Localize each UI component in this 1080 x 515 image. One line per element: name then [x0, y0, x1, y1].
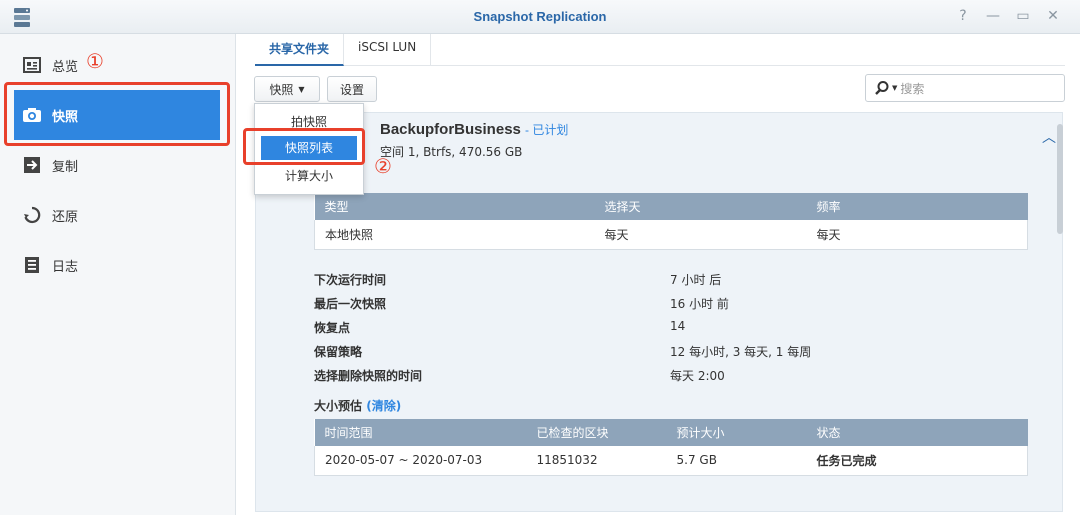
highlight-box-snapshot: [4, 82, 230, 146]
size-estimate-label: 大小预估: [314, 399, 363, 413]
table-header: 已检查的区块: [526, 419, 667, 446]
search-icon: [874, 80, 890, 96]
table-cell: 5.7 GB: [666, 446, 807, 476]
sidebar-item-log[interactable]: 日志: [14, 240, 220, 290]
search-input[interactable]: ▼ 搜索: [865, 74, 1065, 102]
table-header: 状态: [806, 419, 1028, 446]
table-header: 预计大小: [666, 419, 807, 446]
sidebar-item-label: 日志: [52, 259, 79, 275]
help-icon[interactable]: ?: [955, 8, 971, 24]
replicate-icon: [22, 155, 42, 175]
tab-iscsi-lun[interactable]: iSCSI LUN: [344, 34, 432, 66]
chevron-down-icon: ▼: [892, 84, 898, 92]
detail-key: 选择删除快照的时间: [314, 369, 423, 383]
chevron-up-icon[interactable]: ︿: [1042, 127, 1056, 147]
detail-key: 恢复点: [314, 321, 351, 335]
scrollbar[interactable]: [1057, 124, 1063, 234]
sidebar-item-restore[interactable]: 还原: [14, 190, 220, 240]
search-placeholder: 搜索: [900, 81, 925, 96]
close-icon[interactable]: ✕: [1045, 8, 1061, 24]
detail-key: 下次运行时间: [314, 273, 387, 287]
table-cell: 本地快照: [314, 220, 595, 250]
detail-value: 14: [670, 319, 686, 333]
sidebar-item-label: 总览: [52, 59, 79, 75]
schedule-table: 类型 选择天 频率 本地快照 每天 每天: [314, 193, 1028, 250]
snapshot-button-label: 快照: [269, 82, 294, 97]
detail-key: 最后一次快照: [314, 297, 387, 311]
table-cell: 2020-05-07 ~ 2020-07-03: [314, 446, 527, 476]
sidebar-item-label: 复制: [52, 159, 79, 175]
detail-value: 每天 2:00: [670, 369, 725, 383]
clear-link[interactable]: (清除): [366, 399, 401, 413]
step-2-annotation: ②: [374, 154, 392, 178]
table-row[interactable]: 本地快照 每天 每天: [314, 220, 1028, 250]
title-bar: Snapshot Replication ? — ▭ ✕: [0, 0, 1080, 34]
restore-icon: [22, 205, 42, 225]
task-status: - 已计划: [525, 123, 569, 137]
status-badge: 任务已完成: [806, 446, 1028, 476]
detail-value: 7 小时 后: [670, 273, 722, 287]
sidebar-item-label: 还原: [52, 209, 79, 225]
step-1-annotation: ①: [86, 49, 104, 73]
sidebar: 总览 ① 快照 复制 还原 日志: [0, 34, 236, 515]
detail-key: 保留策略: [314, 345, 363, 359]
detail-value: 12 每小时, 3 每天, 1 每周: [670, 345, 812, 359]
size-estimate-title: 大小预估 (清除): [314, 397, 401, 414]
tab-shared-folder[interactable]: 共享文件夹: [255, 34, 345, 66]
minimize-icon[interactable]: —: [985, 8, 1001, 24]
table-header: 选择天: [594, 193, 807, 220]
window-title: Snapshot Replication: [473, 9, 607, 24]
tab-bar: 共享文件夹 iSCSI LUN: [255, 34, 1065, 66]
detail-value: 16 小时 前: [670, 297, 729, 311]
task-name: BackupforBusiness: [380, 121, 521, 138]
task-subtitle: 空间 1, Btrfs, 470.56 GB: [380, 145, 523, 159]
table-cell: 11851032: [526, 446, 667, 476]
log-icon: [22, 255, 42, 275]
table-header: 频率: [806, 193, 1028, 220]
task-title: BackupforBusiness - 已计划: [380, 121, 568, 138]
overview-icon: [22, 55, 42, 75]
table-cell: 每天: [806, 220, 1028, 250]
snapshot-menu-button[interactable]: 快照 ▼: [254, 76, 320, 102]
table-header: 时间范围: [314, 419, 527, 446]
maximize-icon[interactable]: ▭: [1015, 8, 1031, 24]
highlight-box-snapshot-list: [243, 128, 365, 165]
settings-button[interactable]: 设置: [327, 76, 377, 102]
menu-item-calculate-size[interactable]: 计算大小: [255, 164, 363, 188]
table-row[interactable]: 2020-05-07 ~ 2020-07-03 11851032 5.7 GB …: [314, 446, 1028, 476]
size-estimate-table: 时间范围 已检查的区块 预计大小 状态 2020-05-07 ~ 2020-07…: [314, 419, 1028, 476]
table-cell: 每天: [594, 220, 807, 250]
sidebar-item-replication[interactable]: 复制: [14, 140, 220, 190]
chevron-down-icon: ▼: [298, 84, 305, 94]
table-header: 类型: [314, 193, 595, 220]
